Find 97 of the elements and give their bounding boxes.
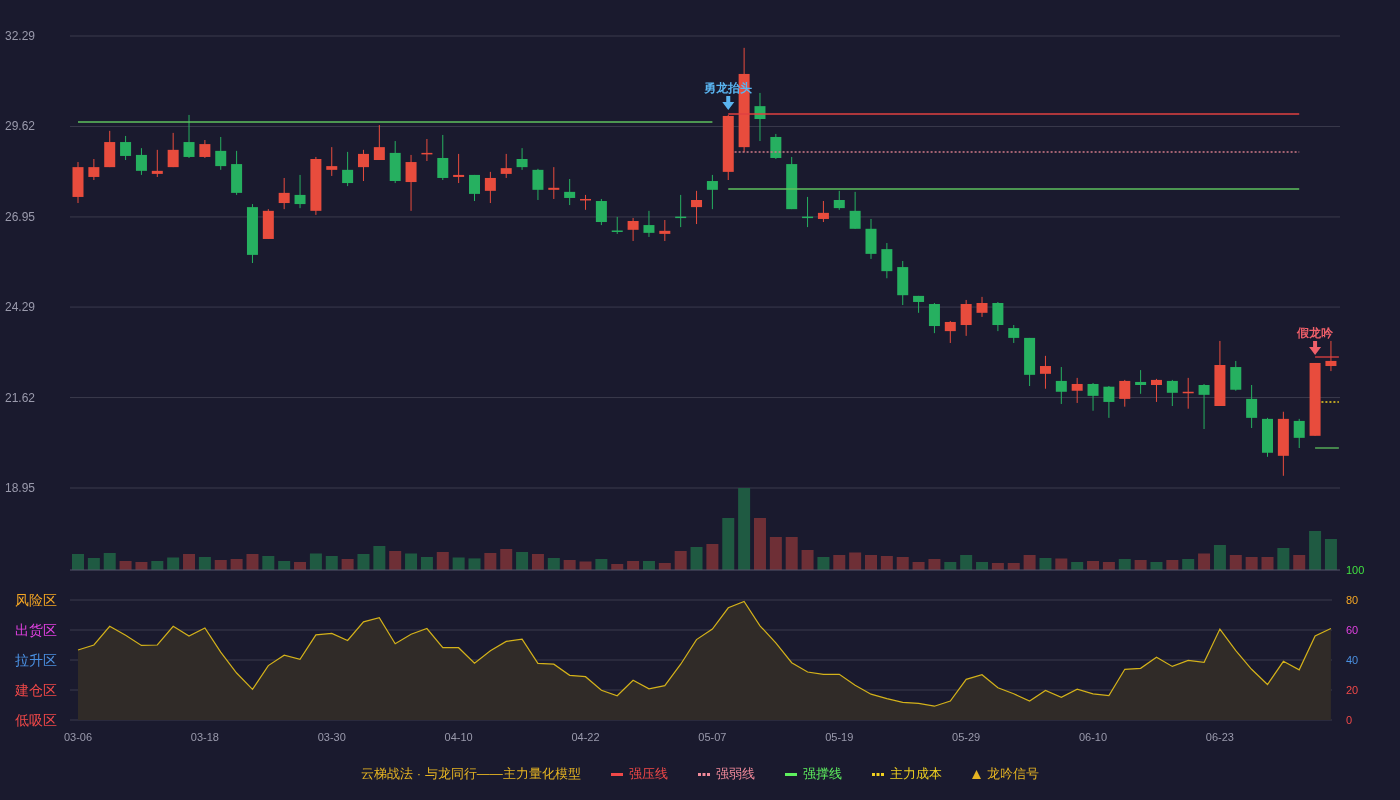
- y-axis-label: 60: [1346, 624, 1359, 636]
- volume-bar: [1166, 560, 1179, 570]
- x-axis-label: 05-07: [698, 731, 727, 743]
- volume-bar: [1071, 562, 1084, 570]
- x-axis-label: 03-18: [190, 731, 219, 743]
- volume-bar: [135, 562, 148, 570]
- level-line: [1314, 356, 1340, 358]
- zone-label: 低吸区: [15, 712, 57, 728]
- level-line: [1314, 447, 1340, 449]
- volume-bar: [1150, 562, 1163, 570]
- volume-bar: [1277, 548, 1290, 570]
- volume-bar: [880, 556, 893, 570]
- volume-bar: [294, 562, 307, 570]
- volume-bar: [1055, 558, 1068, 570]
- volume-bar: [1213, 545, 1226, 570]
- volume-bar: [547, 558, 560, 570]
- volume-bar: [849, 552, 862, 570]
- volume-bar: [642, 561, 655, 570]
- volume-bar: [325, 556, 338, 570]
- volume-bar: [151, 561, 164, 570]
- y-axis-label: 21.62: [5, 390, 36, 405]
- volume-bar: [769, 537, 782, 570]
- volume-bar: [595, 559, 608, 570]
- x-axis-label: 05-29: [952, 731, 981, 743]
- x-axis-label: 03-30: [317, 731, 346, 743]
- volume-bar: [1087, 561, 1100, 570]
- volume-bar: [436, 552, 449, 570]
- y-axis-label: 20: [1346, 684, 1359, 696]
- volume-bar: [658, 563, 671, 570]
- volume-bar: [754, 518, 766, 570]
- volume-bar: [246, 554, 259, 570]
- x-axis-label: 05-19: [825, 731, 854, 743]
- y-axis-label: 80: [1346, 594, 1359, 606]
- volume-bar: [563, 560, 576, 570]
- legend-label: 强压线: [628, 765, 668, 784]
- volume-bar: [516, 552, 529, 570]
- x-axis-label: 04-22: [571, 731, 600, 743]
- y-axis-label: 24.29: [5, 300, 36, 315]
- volume-bar: [278, 561, 291, 570]
- down-arrow-icon: [1309, 340, 1322, 355]
- legend-label: 强弱线: [715, 765, 755, 784]
- y-axis-label: 18.95: [5, 481, 36, 495]
- volume-bar: [611, 564, 624, 570]
- volume-bar: [72, 554, 84, 570]
- y-axis-label: 32.29: [5, 29, 36, 43]
- x-axis-label: 04-10: [444, 731, 473, 743]
- volume-bar: [976, 562, 988, 570]
- dashed-level-line: [1320, 401, 1340, 403]
- volume-bar: [801, 550, 814, 570]
- volume-bar: [183, 554, 195, 570]
- volume-bar: [1007, 563, 1020, 570]
- x-axis-label: 06-23: [1205, 731, 1234, 743]
- zone-label: 出货区: [15, 622, 57, 638]
- volume-bar: [722, 518, 735, 570]
- volume-bar: [690, 547, 703, 570]
- zone-label: 拉升区: [15, 652, 57, 668]
- y-axis-label: 0: [1346, 714, 1353, 726]
- zone-label: 建仓区: [15, 682, 57, 698]
- zone-label: 风险区: [15, 592, 57, 608]
- volume-bar: [373, 546, 386, 570]
- volume-bar: [1324, 539, 1337, 570]
- volume-bar: [1118, 559, 1131, 570]
- y-axis-label: 40: [1346, 654, 1359, 666]
- y-axis-label: 100: [1346, 564, 1365, 576]
- volume-bar: [230, 559, 243, 570]
- legend-label: 强撑线: [802, 765, 842, 784]
- x-axis-label: 03-06: [63, 731, 93, 743]
- volume-bar: [1039, 558, 1052, 570]
- volume-bar: [262, 556, 275, 570]
- volume-bar: [627, 561, 640, 570]
- volume-bar: [341, 559, 354, 570]
- x-axis-label: 06-10: [1078, 731, 1108, 743]
- y-axis-label: 29.62: [5, 119, 36, 134]
- volume-bar: [991, 563, 1004, 570]
- down-arrow-icon: [722, 95, 735, 110]
- volume-bar: [579, 561, 592, 570]
- volume-bar: [944, 562, 957, 570]
- volume-bar: [214, 560, 227, 570]
- volume-bar: [706, 544, 719, 570]
- volume-bar: [785, 537, 798, 570]
- legend-label: 龙吟信号: [986, 765, 1039, 784]
- signal-label: 假龙吟: [1297, 325, 1334, 340]
- volume-bar: [1309, 531, 1322, 570]
- volume-bar: [119, 561, 132, 570]
- volume-bar: [87, 558, 100, 570]
- volume-bar: [912, 562, 925, 570]
- legend-title: 云梯战法 · 与龙同行——主力量化模型: [361, 765, 581, 784]
- volume-bar: [468, 558, 481, 570]
- volume-bar: [1182, 559, 1195, 570]
- volume-bar: [500, 549, 513, 570]
- volume-bar: [928, 559, 941, 570]
- legend-label: 主力成本: [889, 765, 942, 784]
- volume-bar: [531, 554, 544, 570]
- volume-bar: [1134, 560, 1147, 570]
- volume-bar: [357, 554, 370, 570]
- volume-bar: [1102, 562, 1115, 570]
- y-axis-label: 26.95: [5, 209, 36, 224]
